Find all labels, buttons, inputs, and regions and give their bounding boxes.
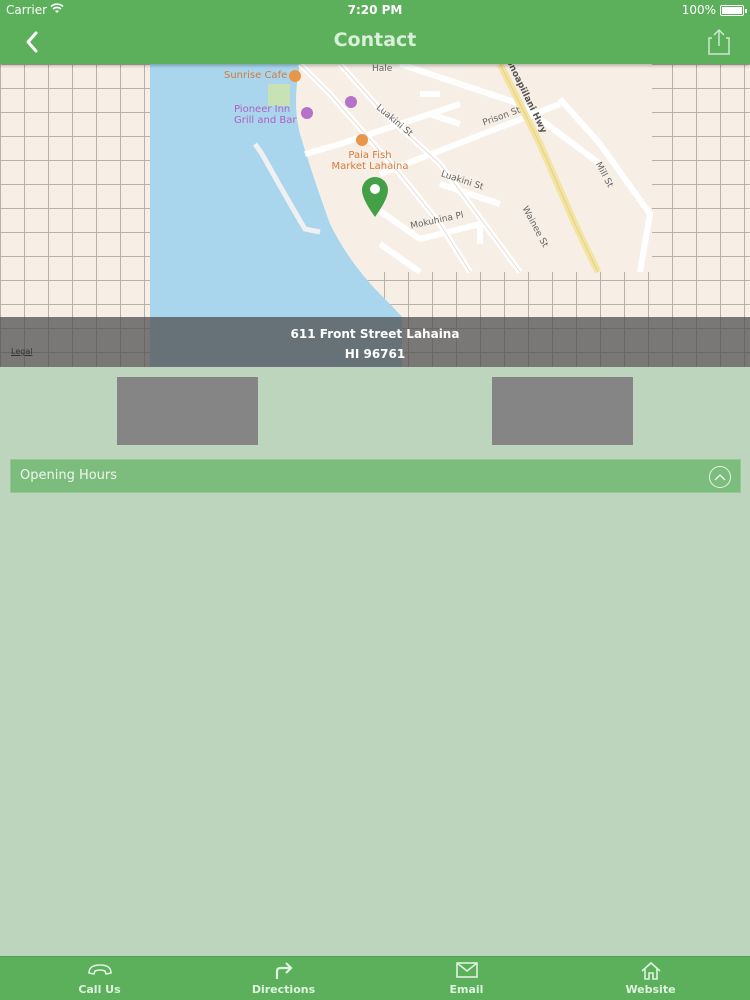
clock: 7:20 PM xyxy=(347,3,403,17)
tab-email[interactable]: Email xyxy=(373,957,560,1000)
page-title: Contact xyxy=(333,29,417,51)
action-tile-right[interactable] xyxy=(492,377,633,445)
tab-label: Email xyxy=(449,983,484,996)
tab-label: Call Us xyxy=(78,983,121,996)
tab-label: Website xyxy=(625,983,676,996)
battery-fill xyxy=(722,7,742,14)
tab-call-us[interactable]: Call Us xyxy=(6,957,193,1000)
share-button[interactable] xyxy=(708,28,730,56)
directions-arrow-icon xyxy=(190,957,377,983)
opening-hours-label: Opening Hours xyxy=(20,468,118,483)
tab-label: Directions xyxy=(251,983,316,996)
status-bar: Carrier 7:20 PM 100% xyxy=(0,0,750,22)
home-icon xyxy=(557,957,744,983)
share-icon xyxy=(708,28,730,55)
action-tile-left[interactable] xyxy=(117,377,258,445)
road-label: Hale xyxy=(372,64,393,74)
poi-label: Paia Fish Market Lahaina xyxy=(331,150,409,172)
address-banner: 611 Front Street Lahaina HI 96761 xyxy=(0,317,750,367)
legal-link[interactable]: Legal xyxy=(11,347,32,356)
address-line-1: 611 Front Street Lahaina xyxy=(290,327,460,341)
poi-label: Sunrise Cafe xyxy=(224,70,288,81)
poi-label: Pioneer Inn Grill and Bar xyxy=(234,104,297,126)
map-view[interactable]: Sunrise Cafe Pioneer Inn Grill and Bar P… xyxy=(0,64,750,367)
tab-directions[interactable]: Directions xyxy=(190,957,377,1000)
opening-hours-header[interactable]: Opening Hours xyxy=(10,459,741,493)
tab-website[interactable]: Website xyxy=(557,957,744,1000)
tab-bar: Call Us Directions Email Website xyxy=(0,956,750,1000)
chevron-up-circle-icon[interactable] xyxy=(709,466,731,488)
phone-icon xyxy=(6,957,193,983)
battery-percent: 100% xyxy=(681,3,716,17)
envelope-icon xyxy=(373,957,560,983)
address-line-2: HI 96761 xyxy=(344,347,406,361)
nav-bar: Contact xyxy=(0,22,750,64)
battery-icon xyxy=(720,5,747,16)
